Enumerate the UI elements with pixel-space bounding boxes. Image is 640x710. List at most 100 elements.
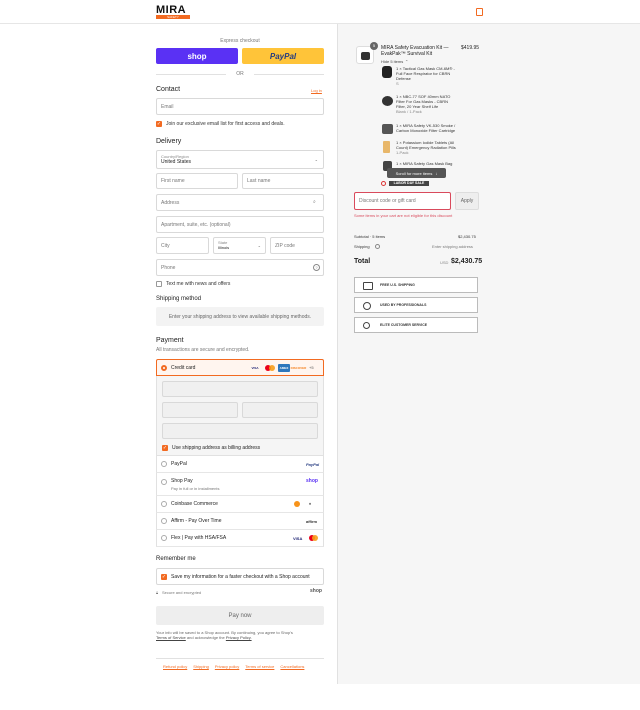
scroll-more-items[interactable]: Scroll for more items ↓ <box>387 168 446 178</box>
credit-card-radio[interactable] <box>161 365 167 371</box>
mastercard-icon <box>265 365 275 371</box>
credit-card-option[interactable]: Credit card VISA AMEX DISCOVER +5 <box>156 359 324 376</box>
affirm-radio[interactable] <box>161 518 167 524</box>
pay-now-button[interactable]: Pay now <box>156 606 324 625</box>
truck-icon <box>363 282 373 290</box>
terms-mid: and acknowledge the <box>186 635 225 640</box>
address-field[interactable]: Address <box>156 194 324 211</box>
terms-link[interactable]: Terms of Service <box>156 635 186 640</box>
email-field[interactable]: Email <box>156 98 324 115</box>
chevron-down-icon: ⌄ <box>314 157 318 162</box>
product-title: MIRA Safety Evacuation Kit — EvakPak™ Su… <box>381 45 449 57</box>
payment-method-paypal[interactable]: PayPal PayPal <box>156 456 324 473</box>
item-variant: S <box>396 81 399 86</box>
name-on-card-field[interactable] <box>162 423 318 439</box>
city-field[interactable]: City <box>156 237 209 254</box>
payment-method-shop-pay[interactable]: Shop Pay Pay in full or in installments … <box>156 473 324 496</box>
save-info-checkbox[interactable]: ✓ <box>161 574 167 580</box>
shipping-link[interactable]: Shipping <box>193 664 209 669</box>
express-checkout-title: Express checkout <box>220 38 260 44</box>
ethereum-icon: ♦ <box>309 501 312 506</box>
flex-radio[interactable] <box>161 535 167 541</box>
discount-code-field[interactable]: Discount code or gift card <box>354 192 451 210</box>
cartridge-thumb <box>382 124 393 134</box>
paypal-radio[interactable] <box>161 461 167 467</box>
sms-optin-checkbox[interactable] <box>156 281 162 287</box>
payment-subtitle: All transactions are secure and encrypte… <box>156 347 250 353</box>
remember-me-heading: Remember me <box>156 556 196 562</box>
shop-pay-button[interactable]: shop <box>156 48 238 64</box>
bitcoin-icon <box>294 501 300 507</box>
shipping-method-heading: Shipping method <box>156 296 202 302</box>
apartment-field[interactable]: Apartment, suite, etc. (optional) <box>156 216 324 233</box>
help-icon[interactable] <box>375 244 380 249</box>
trust-label: ELITE CUSTOMER SERVICE <box>380 323 428 327</box>
scroll-hint-label: Scroll for more items <box>395 170 433 176</box>
hide-items-toggle[interactable]: Hide 5 items <box>381 59 403 64</box>
discover-icon: DISCOVER <box>290 366 307 370</box>
sale-badge: LABOR DAY SALE <box>389 181 429 186</box>
trust-badge-professionals: USED BY PROFESSIONALS <box>354 297 478 313</box>
divider <box>156 658 324 659</box>
zip-field[interactable]: ZIP code <box>270 237 324 254</box>
payment-method-affirm[interactable]: Affirm - Pay Over Time affirm <box>156 513 324 530</box>
currency-code: USD <box>440 260 449 265</box>
trust-label: USED BY PROFESSIONALS <box>380 303 427 307</box>
shop-icon: shop <box>306 478 318 484</box>
card-number-field[interactable] <box>162 381 318 397</box>
email-optin-checkbox[interactable]: ✓ <box>156 121 162 127</box>
brand-wordmark: MIRA <box>156 4 187 16</box>
bundle-item: 1 × Potassium Iodide Tablets (All Count)… <box>396 140 458 155</box>
filter-thumb <box>382 96 393 106</box>
or-divider-label: OR <box>236 71 244 77</box>
shop-pay-radio[interactable] <box>161 479 167 485</box>
iodide-thumb <box>383 141 390 153</box>
brand-tagline: SAFETY <box>156 15 190 19</box>
payment-method-label: Affirm - Pay Over Time <box>171 518 222 524</box>
credit-card-label: Credit card <box>171 365 196 371</box>
order-summary-panel <box>337 24 640 684</box>
discount-error: Some items in your cart are not eligible… <box>354 213 453 218</box>
bundle-item: 1 × Tactical Gas Mask CM-6M® - Full Face… <box>396 66 456 86</box>
save-info-label: Save my information for a faster checkou… <box>171 574 310 580</box>
trust-badge-service: ELITE CUSTOMER SERVICE <box>354 317 478 333</box>
payment-method-coinbase[interactable]: Coinbase Commerce ♦ <box>156 496 324 513</box>
divider <box>156 74 226 75</box>
subtotal-value: $2,430.75 <box>458 234 476 239</box>
bag-icon[interactable] <box>476 8 483 16</box>
billing-same-label: Use shipping address as billing address <box>172 445 261 451</box>
privacy-policy-link[interactable]: Privacy policy <box>215 664 239 669</box>
expiry-field[interactable] <box>162 402 238 418</box>
last-name-field[interactable]: Last name <box>242 173 324 189</box>
chevron-up-icon[interactable]: ⌃ <box>405 59 408 64</box>
shop-terms-text: Your info will be saved to a Shop accoun… <box>156 630 324 640</box>
brand-logo[interactable]: MIRA SAFETY <box>156 5 190 19</box>
terms-of-service-link[interactable]: Terms of service <box>245 664 274 669</box>
cancellations-link[interactable]: Cancellations <box>280 664 304 669</box>
state-select[interactable]: State Illinois ⌄ <box>213 237 266 254</box>
contact-heading: Contact <box>156 86 181 93</box>
apply-discount-button[interactable]: Apply <box>455 192 479 210</box>
country-select[interactable]: Country/Region United States ⌄ <box>156 150 324 169</box>
login-link[interactable]: Log in <box>311 88 322 93</box>
search-icon: ⌕ <box>313 199 316 205</box>
save-info-box[interactable]: ✓ Save my information for a faster check… <box>156 568 324 585</box>
arrow-down-icon: ↓ <box>435 170 438 176</box>
product-price: $419.95 <box>461 45 480 51</box>
total-label: Total <box>354 258 371 265</box>
payment-method-sub: Pay in full or in installments <box>171 486 220 491</box>
coinbase-radio[interactable] <box>161 501 167 507</box>
billing-same-checkbox[interactable]: ✓ <box>162 445 168 451</box>
phone-field[interactable]: Phone <box>156 259 324 276</box>
privacy-link[interactable]: Privacy Policy. <box>226 635 252 640</box>
refund-policy-link[interactable]: Refund policy <box>163 664 187 669</box>
first-name-field[interactable]: First name <box>156 173 238 189</box>
bundle-item: 1 × MIRA Safety VK-530 Smoke / Carbon Mo… <box>396 123 458 133</box>
paypal-icon: PayPal <box>306 462 320 467</box>
more-cards-badge: +5 <box>309 365 314 370</box>
payment-method-flex[interactable]: Flex | Pay with HSA/FSA VISA <box>156 530 324 547</box>
help-icon[interactable]: ? <box>313 264 320 271</box>
security-code-field[interactable] <box>242 402 318 418</box>
support-icon <box>363 322 370 329</box>
paypal-button[interactable]: PayPal <box>242 48 324 64</box>
